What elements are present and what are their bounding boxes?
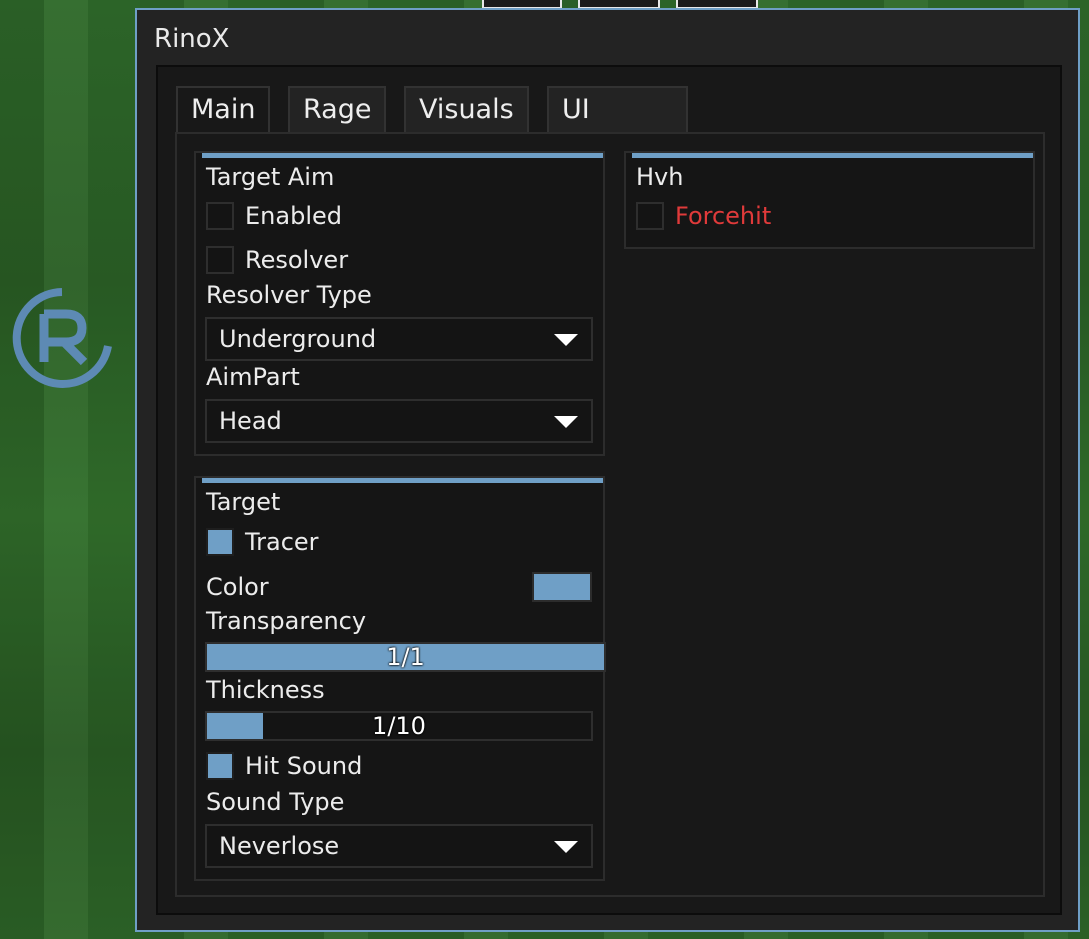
tab-visuals[interactable]: Visuals (404, 86, 529, 132)
hit-sound-checkbox[interactable] (206, 752, 234, 780)
triangle-down-icon (554, 841, 578, 853)
aim-part-label: AimPart (206, 363, 300, 391)
sound-type-label: Sound Type (206, 788, 345, 816)
resolver-type-dropdown[interactable]: Underground (205, 317, 593, 361)
slider-value: 1/1 (386, 643, 425, 671)
tab-main[interactable]: Main (176, 86, 271, 134)
tracer-label: Tracer (245, 528, 319, 556)
triangle-down-icon (554, 334, 578, 346)
target-aim-section: Target Aim Enabled Resolver Resolver Typ… (194, 151, 605, 456)
rinox-logo-icon (12, 288, 112, 388)
dropdown-value: Head (219, 407, 282, 435)
forcehit-checkbox[interactable] (636, 202, 664, 230)
hvh-section: Hvh Forcehit (624, 151, 1035, 249)
section-title: Hvh (636, 163, 684, 191)
triangle-down-icon (554, 416, 578, 428)
slider-value: 1/10 (372, 712, 426, 740)
window-body: Main Rage Visuals UI Settings Target Aim… (156, 65, 1062, 915)
resolver-type-label: Resolver Type (206, 281, 372, 309)
target-section: Target Tracer Color Transparency 1/1 Thi… (194, 476, 606, 881)
hotbar-fragment (482, 0, 762, 9)
tracer-checkbox[interactable] (206, 528, 234, 556)
rinox-window: RinoX Main Rage Visuals UI Settings Targ… (135, 8, 1080, 932)
aim-part-dropdown[interactable]: Head (205, 399, 593, 443)
color-swatch[interactable] (532, 572, 592, 602)
color-label: Color (206, 573, 269, 601)
sound-type-dropdown[interactable]: Neverlose (205, 824, 593, 868)
tab-content-main: Target Aim Enabled Resolver Resolver Typ… (175, 132, 1045, 897)
dropdown-value: Neverlose (219, 832, 340, 860)
transparency-slider[interactable]: 1/1 (205, 642, 606, 672)
section-title: Target (206, 488, 281, 516)
section-title: Target Aim (206, 163, 335, 191)
enabled-label: Enabled (245, 202, 342, 230)
tab-ui-settings[interactable]: UI Settings (547, 86, 688, 169)
section-accent-bar (202, 478, 603, 483)
forcehit-label: Forcehit (675, 202, 772, 230)
transparency-label: Transparency (206, 607, 367, 635)
resolver-label: Resolver (245, 246, 349, 274)
section-accent-bar (202, 153, 603, 158)
section-accent-bar (632, 153, 1033, 158)
dropdown-value: Underground (219, 325, 377, 353)
enabled-checkbox[interactable] (206, 202, 234, 230)
hit-sound-label: Hit Sound (245, 752, 363, 780)
thickness-slider[interactable]: 1/10 (205, 711, 593, 741)
window-title: RinoX (154, 24, 230, 54)
thickness-label: Thickness (206, 676, 325, 704)
resolver-checkbox[interactable] (206, 246, 234, 274)
tab-rage[interactable]: Rage (288, 86, 387, 132)
